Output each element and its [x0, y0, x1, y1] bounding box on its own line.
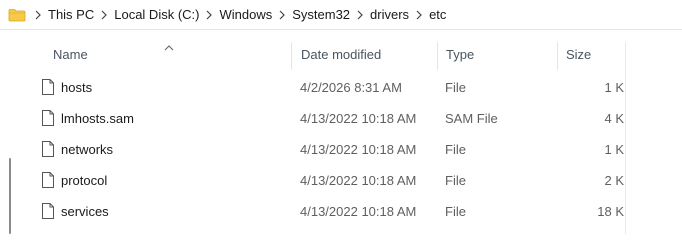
breadcrumb-item-local-disk[interactable]: Local Disk (C:) [114, 0, 199, 30]
file-type: File [445, 80, 466, 95]
file-type: SAM File [445, 111, 498, 126]
column-header-size[interactable]: Size [566, 38, 591, 72]
file-icon [42, 172, 54, 188]
file-date-modified: 4/2/2026 8:31 AM [300, 80, 402, 95]
file-name: services [61, 204, 109, 219]
file-icon [42, 141, 54, 157]
file-date-modified: 4/13/2022 10:18 AM [300, 142, 417, 157]
folder-icon [8, 8, 26, 22]
content-pane-edge [625, 42, 626, 234]
file-size: 1 K [604, 142, 624, 157]
file-date-modified: 4/13/2022 10:18 AM [300, 111, 417, 126]
file-date-modified: 4/13/2022 10:18 AM [300, 173, 417, 188]
file-size: 4 K [604, 111, 624, 126]
column-divider[interactable] [557, 42, 558, 70]
file-icon [42, 79, 54, 95]
chevron-right-icon[interactable] [98, 0, 110, 30]
file-icon [42, 203, 54, 219]
file-type: File [445, 173, 466, 188]
file-size: 2 K [604, 173, 624, 188]
list-item[interactable]: lmhosts.sam 4/13/2022 10:18 AM SAM File … [0, 103, 626, 134]
column-divider[interactable] [291, 42, 292, 70]
list-item[interactable]: networks 4/13/2022 10:18 AM File 1 K [0, 134, 626, 165]
chevron-right-icon[interactable] [32, 0, 44, 30]
file-name: lmhosts.sam [61, 111, 134, 126]
file-explorer-window: This PC Local Disk (C:) Windows System32… [0, 0, 682, 234]
navigation-pane-scrollbar[interactable] [9, 158, 11, 234]
breadcrumb-item-system32[interactable]: System32 [292, 0, 350, 30]
file-name: networks [61, 142, 114, 157]
chevron-right-icon[interactable] [276, 0, 288, 30]
column-header-type[interactable]: Type [446, 38, 474, 72]
chevron-right-icon[interactable] [354, 0, 366, 30]
column-header-row: Name Date modified Type Size [0, 38, 682, 72]
file-name: hosts [61, 80, 93, 95]
column-header-date-modified[interactable]: Date modified [301, 38, 381, 72]
file-size: 1 K [604, 80, 624, 95]
file-icon [42, 110, 54, 126]
list-item[interactable]: protocol 4/13/2022 10:18 AM File 2 K [0, 165, 626, 196]
list-item[interactable]: services 4/13/2022 10:18 AM File 18 K [0, 196, 626, 227]
chevron-right-icon[interactable] [413, 0, 425, 30]
column-header-name[interactable]: Name [53, 38, 88, 72]
chevron-right-icon[interactable] [203, 0, 215, 30]
file-size: 18 K [597, 204, 624, 219]
file-name: protocol [61, 173, 108, 188]
breadcrumb-item-windows[interactable]: Windows [219, 0, 272, 30]
breadcrumb-item-drivers[interactable]: drivers [370, 0, 409, 30]
column-divider[interactable] [437, 42, 438, 70]
file-date-modified: 4/13/2022 10:18 AM [300, 204, 417, 219]
breadcrumb-item-this-pc[interactable]: This PC [48, 0, 94, 30]
address-bar[interactable]: This PC Local Disk (C:) Windows System32… [0, 0, 682, 30]
breadcrumb-item-etc[interactable]: etc [429, 0, 446, 30]
file-type: File [445, 142, 466, 157]
list-item[interactable]: hosts 4/2/2026 8:31 AM File 1 K [0, 72, 626, 103]
file-type: File [445, 204, 466, 219]
